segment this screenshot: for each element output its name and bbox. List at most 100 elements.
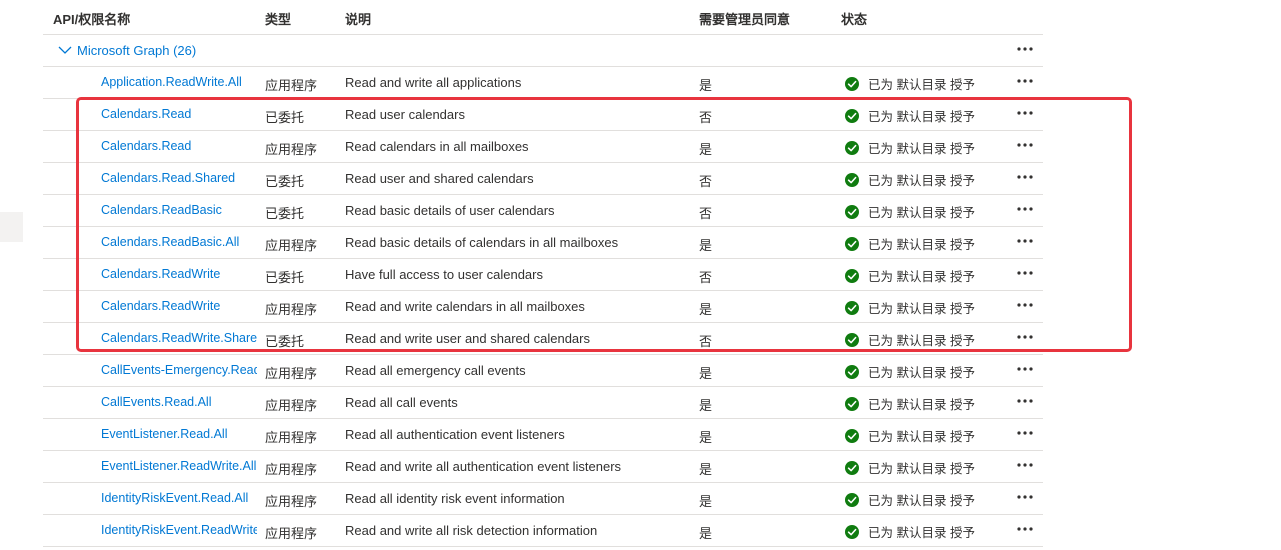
more-options-icon[interactable] bbox=[1015, 489, 1035, 505]
permission-type: 应用程序 bbox=[265, 142, 318, 157]
check-circle-icon bbox=[845, 172, 859, 187]
permission-rows: Application.ReadWrite.All 应用程序 Read and … bbox=[43, 67, 1043, 547]
status-text: 已为 默认目录 授予 bbox=[868, 494, 975, 508]
permission-type: 应用程序 bbox=[265, 430, 318, 445]
admin-consent-required: 否 bbox=[699, 174, 713, 189]
more-options-icon[interactable] bbox=[1015, 457, 1035, 473]
column-header-type[interactable]: 类型 bbox=[265, 9, 291, 28]
check-circle-icon bbox=[845, 460, 859, 475]
more-options-icon[interactable] bbox=[1015, 137, 1035, 153]
permission-description: Read all call events bbox=[345, 395, 458, 410]
consent-status: 已为 默认目录 授予 bbox=[845, 394, 975, 413]
permission-type: 应用程序 bbox=[265, 238, 318, 253]
table-row: Calendars.ReadBasic 已委托 Read basic detai… bbox=[43, 195, 1043, 227]
permission-type: 应用程序 bbox=[265, 398, 318, 413]
more-options-icon[interactable] bbox=[1015, 265, 1035, 281]
permission-name-link[interactable]: Calendars.ReadBasic bbox=[101, 203, 257, 217]
permission-name-link[interactable]: IdentityRiskEvent.Read.All bbox=[101, 491, 257, 505]
permission-name-link[interactable]: IdentityRiskEvent.ReadWrite.All bbox=[101, 523, 257, 537]
permission-description: Read and write user and shared calendars bbox=[345, 331, 590, 346]
consent-status: 已为 默认目录 授予 bbox=[845, 458, 975, 477]
check-circle-icon bbox=[845, 236, 859, 251]
table-row: CallEvents.Read.All 应用程序 Read all call e… bbox=[43, 387, 1043, 419]
column-header-admin-consent[interactable]: 需要管理员同意 bbox=[699, 9, 790, 28]
permission-name-link[interactable]: CallEvents-Emergency.Read.All bbox=[101, 363, 257, 377]
permission-type: 应用程序 bbox=[265, 526, 318, 541]
permission-description: Read and write all risk detection inform… bbox=[345, 523, 598, 538]
table-row: Calendars.Read.Shared 已委托 Read user and … bbox=[43, 163, 1043, 195]
permission-type: 应用程序 bbox=[265, 302, 318, 317]
check-circle-icon bbox=[845, 268, 859, 283]
group-label[interactable]: Microsoft Graph (26) bbox=[77, 43, 196, 58]
admin-consent-required: 是 bbox=[699, 238, 713, 253]
permission-description: Have full access to user calendars bbox=[345, 267, 543, 282]
side-panel-edge bbox=[0, 212, 23, 242]
admin-consent-required: 是 bbox=[699, 462, 713, 477]
consent-status: 已为 默认目录 授予 bbox=[845, 330, 975, 349]
column-header-name[interactable]: API/权限名称 bbox=[53, 9, 130, 28]
check-circle-icon bbox=[845, 492, 859, 507]
more-options-icon[interactable] bbox=[1015, 169, 1035, 185]
permission-name-link[interactable]: Calendars.ReadWrite bbox=[101, 267, 257, 281]
admin-consent-required: 是 bbox=[699, 142, 713, 157]
table-row: Calendars.ReadWrite.Shared 已委托 Read and … bbox=[43, 323, 1043, 355]
table-row: IdentityRiskEvent.Read.All 应用程序 Read all… bbox=[43, 483, 1043, 515]
more-options-icon[interactable] bbox=[1015, 41, 1035, 57]
more-options-icon[interactable] bbox=[1015, 233, 1035, 249]
status-text: 已为 默认目录 授予 bbox=[868, 238, 975, 252]
column-header-description[interactable]: 说明 bbox=[345, 9, 371, 28]
permission-description: Read and write all applications bbox=[345, 75, 522, 90]
check-circle-icon bbox=[845, 524, 859, 539]
more-options-icon[interactable] bbox=[1015, 361, 1035, 377]
more-options-icon[interactable] bbox=[1015, 425, 1035, 441]
check-circle-icon bbox=[845, 300, 859, 315]
more-options-icon[interactable] bbox=[1015, 105, 1035, 121]
permission-name-link[interactable]: EventListener.Read.All bbox=[101, 427, 257, 441]
more-options-icon[interactable] bbox=[1015, 201, 1035, 217]
table-header: API/权限名称 类型 说明 需要管理员同意 状态 bbox=[43, 0, 1043, 35]
more-options-icon[interactable] bbox=[1015, 329, 1035, 345]
permission-name-link[interactable]: Calendars.Read bbox=[101, 107, 257, 121]
permission-description: Read calendars in all mailboxes bbox=[345, 139, 529, 154]
permission-name-link[interactable]: Calendars.ReadBasic.All bbox=[101, 235, 257, 249]
check-circle-icon bbox=[845, 204, 859, 219]
check-circle-icon bbox=[845, 396, 859, 411]
status-text: 已为 默认目录 授予 bbox=[868, 398, 975, 412]
permission-type: 应用程序 bbox=[265, 78, 318, 93]
more-options-icon[interactable] bbox=[1015, 521, 1035, 537]
permissions-table: API/权限名称 类型 说明 需要管理员同意 状态 Microsoft Grap… bbox=[43, 0, 1043, 547]
status-text: 已为 默认目录 授予 bbox=[868, 78, 975, 92]
permission-name-link[interactable]: Calendars.Read bbox=[101, 139, 257, 153]
consent-status: 已为 默认目录 授予 bbox=[845, 362, 975, 381]
chevron-down-icon[interactable] bbox=[58, 45, 72, 55]
check-circle-icon bbox=[845, 332, 859, 347]
permission-name-link[interactable]: EventListener.ReadWrite.All bbox=[101, 459, 257, 473]
permission-description: Read user calendars bbox=[345, 107, 465, 122]
table-row: Calendars.ReadWrite 应用程序 Read and write … bbox=[43, 291, 1043, 323]
more-options-icon[interactable] bbox=[1015, 73, 1035, 89]
more-options-icon[interactable] bbox=[1015, 297, 1035, 313]
table-row: Calendars.ReadWrite 已委托 Have full access… bbox=[43, 259, 1043, 291]
admin-consent-required: 是 bbox=[699, 398, 713, 413]
permission-name-link[interactable]: Application.ReadWrite.All bbox=[101, 75, 257, 89]
status-text: 已为 默认目录 授予 bbox=[868, 142, 975, 156]
permission-name-link[interactable]: Calendars.ReadWrite bbox=[101, 299, 257, 313]
permission-name-link[interactable]: Calendars.Read.Shared bbox=[101, 171, 257, 185]
permission-description: Read and write all authentication event … bbox=[345, 459, 622, 474]
status-text: 已为 默认目录 授予 bbox=[868, 526, 975, 540]
permission-name-link[interactable]: CallEvents.Read.All bbox=[101, 395, 257, 409]
permission-description: Read basic details of calendars in all m… bbox=[345, 235, 619, 250]
permission-name-link[interactable]: Calendars.ReadWrite.Shared bbox=[101, 331, 257, 345]
admin-consent-required: 否 bbox=[699, 110, 713, 125]
group-row-microsoft-graph[interactable]: Microsoft Graph (26) bbox=[43, 35, 1043, 67]
column-header-status[interactable]: 状态 bbox=[841, 9, 867, 28]
check-circle-icon bbox=[845, 140, 859, 155]
more-options-icon[interactable] bbox=[1015, 393, 1035, 409]
admin-consent-required: 是 bbox=[699, 526, 713, 541]
table-row: Calendars.ReadBasic.All 应用程序 Read basic … bbox=[43, 227, 1043, 259]
admin-consent-required: 否 bbox=[699, 206, 713, 221]
consent-status: 已为 默认目录 授予 bbox=[845, 522, 975, 541]
permission-type: 已委托 bbox=[265, 174, 305, 189]
permission-description: Read basic details of user calendars bbox=[345, 203, 555, 218]
permission-type: 已委托 bbox=[265, 334, 305, 349]
